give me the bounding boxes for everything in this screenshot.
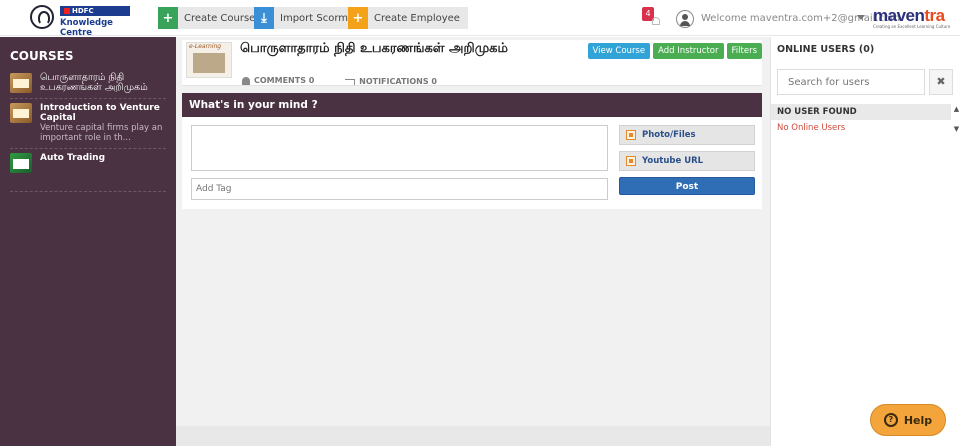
top-bar: HDFC securities Knowledge Centre + Creat… <box>0 0 960 38</box>
course-header-thumbnail: e-Learning <box>186 42 232 78</box>
user-avatar-icon[interactable] <box>676 10 694 28</box>
course-title: Auto Trading <box>40 153 106 163</box>
import-scorm-button[interactable]: ⤓ Import Scorm <box>254 7 357 29</box>
help-label: Help <box>903 413 933 427</box>
photo-files-button[interactable]: Photo/Files <box>619 125 755 145</box>
course-header: e-Learning பொருளாதாரம் நிதி உபகரணங்கள் அ… <box>182 40 762 86</box>
user-icon <box>242 76 250 85</box>
course-item[interactable]: பொருளாதாரம் நிதி உபகரணங்கள் அறிமுகம் <box>10 69 166 99</box>
main-content: e-Learning பொருளாதாரம் நிதி உபகரணங்கள் அ… <box>176 37 770 446</box>
help-icon: ? <box>883 413 898 427</box>
youtube-url-button[interactable]: Youtube URL <box>619 151 755 171</box>
user-search-input[interactable] <box>777 69 925 95</box>
main-footer-bar <box>176 426 770 446</box>
course-actions: View Course Add Instructor Filters <box>587 43 762 59</box>
create-employee-label: Create Employee <box>374 12 460 24</box>
online-users-panel: ONLINE USERS (0) ✖ NO USER FOUND ▲▼ No O… <box>770 37 960 446</box>
logo-mark-icon <box>30 5 54 29</box>
welcome-text[interactable]: Welcome maventra.com+2@gmail.com <box>701 13 900 24</box>
no-user-found-label: NO USER FOUND <box>771 104 951 120</box>
image-icon <box>626 130 636 140</box>
notifications-link[interactable]: NOTIFICATIONS 0 <box>345 77 437 86</box>
brand-prefix: maven <box>873 6 925 25</box>
hdfc-logo[interactable]: HDFC securities Knowledge Centre <box>30 4 130 38</box>
video-icon <box>626 156 636 166</box>
logo-badge: HDFC securities <box>60 6 130 25</box>
chevron-down-icon[interactable] <box>857 15 865 20</box>
sidebar-heading: COURSES <box>10 49 74 63</box>
youtube-url-label: Youtube URL <box>642 156 704 166</box>
add-tag-input[interactable] <box>191 178 608 200</box>
composer-title: What's in your mind ? <box>182 93 762 117</box>
logo-subtitle: Knowledge Centre <box>60 18 113 38</box>
course-item[interactable]: Introduction to Venture Capital Venture … <box>10 99 166 149</box>
course-thumbnail <box>10 103 32 123</box>
course-item[interactable]: Auto Trading <box>10 149 166 192</box>
course-thumbnail <box>10 153 32 173</box>
no-online-users-text: No Online Users <box>777 123 846 133</box>
notifications-count: NOTIFICATIONS 0 <box>359 77 437 86</box>
create-course-button[interactable]: + Create Course <box>158 7 264 29</box>
course-title: Introduction to Venture Capital <box>40 103 160 123</box>
comments-link[interactable]: COMMENTS 0 <box>242 76 314 85</box>
brand-tagline: Creating an Excellent Learning Culture <box>873 24 951 29</box>
photo-files-label: Photo/Files <box>642 130 696 140</box>
notifications-bell[interactable]: 4 <box>642 7 662 29</box>
help-button[interactable]: ? Help <box>870 404 946 436</box>
plus-icon: + <box>348 7 368 29</box>
filters-button[interactable]: Filters <box>726 43 762 59</box>
create-course-label: Create Course <box>184 12 256 24</box>
brand-suffix: tra <box>924 6 945 25</box>
course-title: பொருளாதாரம் நிதி உபகரணங்கள் அறிமுகம் <box>240 41 508 56</box>
view-course-button[interactable]: View Course <box>587 43 651 59</box>
import-scorm-label: Import Scorm <box>280 12 349 24</box>
thumbnail-label: e-Learning <box>189 43 222 50</box>
post-button[interactable]: Post <box>619 177 755 195</box>
course-thumbnail <box>10 73 32 93</box>
post-textarea[interactable] <box>191 125 608 171</box>
scrollbar[interactable]: ▲ ▼ <box>952 104 960 136</box>
course-description: Venture capital firms play an important … <box>40 123 163 143</box>
download-icon: ⤓ <box>254 7 274 29</box>
online-users-heading: ONLINE USERS (0) <box>777 44 875 55</box>
close-icon[interactable]: ✖ <box>929 69 953 95</box>
create-employee-button[interactable]: + Create Employee <box>348 7 468 29</box>
maventra-logo: maventra Creating an Excellent Learning … <box>873 6 953 32</box>
course-meta: COMMENTS 0 NOTIFICATIONS 0 <box>242 76 465 87</box>
add-instructor-button[interactable]: Add Instructor <box>653 43 724 59</box>
plus-icon: + <box>158 7 178 29</box>
bell-icon <box>652 17 660 25</box>
courses-sidebar: COURSES பொருளாதாரம் நிதி உபகரணங்கள் அறிம… <box>0 37 176 446</box>
course-title: பொருளாதாரம் நிதி உபகரணங்கள் அறிமுகம் <box>40 72 148 93</box>
post-composer: What's in your mind ? Photo/Files Youtub… <box>182 93 762 209</box>
share-icon <box>345 78 356 85</box>
comments-count: COMMENTS 0 <box>254 76 315 85</box>
